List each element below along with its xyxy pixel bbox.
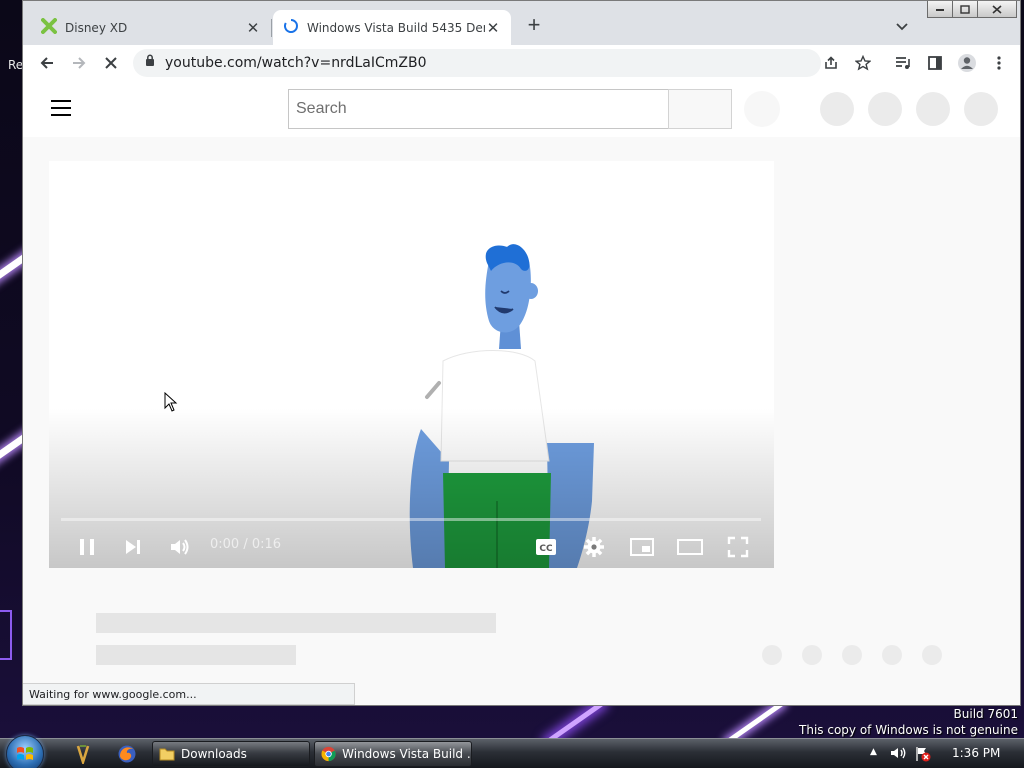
system-clock[interactable]: 1:36 PM — [952, 746, 1000, 760]
share-icon — [825, 56, 837, 69]
desktop-icon-fragment — [0, 610, 12, 660]
video-player[interactable]: 0:00 / 0:16 CC — [49, 161, 774, 568]
captions-button[interactable]: CC — [530, 531, 562, 563]
desktop-icon-label: Re — [8, 58, 24, 72]
side-panel-icon — [928, 56, 942, 70]
action-placeholder — [922, 645, 942, 665]
tab-disney-xd[interactable]: Disney XD ✕ — [31, 10, 271, 45]
lock-icon[interactable] — [145, 54, 155, 72]
browser-toolbar: youtube.com/watch?v=nrdLaICmZB0 — [23, 45, 1020, 81]
taskbar-item-label: Windows Vista Build ... — [342, 747, 471, 761]
start-button[interactable] — [6, 735, 44, 768]
build-watermark: Build 7601 — [953, 707, 1018, 721]
theater-mode-button[interactable] — [674, 531, 706, 563]
back-arrow-icon — [40, 57, 53, 69]
wallpaper-streak — [544, 700, 606, 740]
progress-bar[interactable] — [61, 518, 761, 521]
taskbar-item-downloads[interactable]: Downloads — [152, 741, 310, 767]
taskbar-item-label: Downloads — [181, 747, 247, 761]
tab-divider — [271, 19, 272, 37]
tab-windows-vista[interactable]: Windows Vista Build 5435 Demo ✕ — [273, 10, 511, 45]
url-text[interactable]: youtube.com/watch?v=nrdLaICmZB0 — [165, 55, 426, 71]
taskbar: Downloads Windows Vista Build ... ▲ 1:36… — [0, 735, 1024, 768]
hamburger-menu-icon[interactable] — [51, 100, 71, 116]
search-input[interactable] — [288, 89, 669, 129]
show-hidden-icons-chevron-icon[interactable]: ▲ — [870, 747, 877, 757]
side-panel-button[interactable] — [923, 51, 947, 75]
restore-button[interactable] — [952, 1, 978, 18]
firefox-icon[interactable] — [116, 743, 138, 765]
tab-title: Disney XD — [65, 20, 128, 35]
action-placeholder — [842, 645, 862, 665]
controls-gradient — [49, 408, 774, 568]
title-placeholder — [96, 613, 496, 633]
new-tab-button[interactable]: + — [523, 14, 545, 37]
volume-icon — [171, 539, 189, 555]
forward-button[interactable] — [67, 51, 91, 75]
bookmark-button[interactable] — [851, 51, 875, 75]
voice-search-placeholder[interactable] — [744, 91, 780, 127]
loading-spinner-icon — [283, 18, 299, 37]
close-window-button[interactable] — [977, 1, 1017, 18]
mute-button[interactable] — [164, 531, 196, 563]
genuine-watermark: This copy of Windows is not genuine — [799, 723, 1018, 737]
chrome-icon — [321, 746, 336, 762]
kebab-menu-icon — [997, 56, 1001, 70]
miniplayer-icon — [630, 538, 654, 556]
wallpaper-streak — [724, 700, 786, 740]
disney-xd-favicon — [41, 18, 57, 37]
youtube-header — [23, 81, 1020, 137]
header-icon-placeholder[interactable] — [964, 92, 998, 126]
share-button[interactable] — [819, 51, 843, 75]
header-icon-placeholder[interactable] — [868, 92, 902, 126]
taskbar-item-chrome[interactable]: Windows Vista Build ... — [314, 741, 472, 767]
star-icon — [855, 55, 871, 71]
svg-text:CC: CC — [539, 544, 553, 554]
profile-avatar-icon — [958, 54, 976, 72]
media-control-button[interactable] — [891, 51, 915, 75]
next-icon — [126, 540, 140, 554]
stop-loading-button[interactable] — [99, 51, 123, 75]
back-button[interactable] — [35, 51, 59, 75]
close-icon[interactable]: ✕ — [245, 19, 261, 37]
tab-title: Windows Vista Build 5435 Demo — [307, 20, 485, 35]
volume-tray-icon[interactable] — [890, 746, 908, 763]
channel-placeholder — [96, 645, 296, 665]
close-icon[interactable]: ✕ — [485, 19, 501, 37]
playlist-icon — [896, 57, 910, 69]
forward-arrow-icon — [73, 57, 86, 69]
time-display: 0:00 / 0:16 — [210, 537, 282, 552]
menu-button[interactable] — [987, 51, 1011, 75]
status-bubble: Waiting for www.google.com... — [23, 683, 355, 705]
next-button[interactable] — [117, 531, 149, 563]
action-placeholder — [802, 645, 822, 665]
fullscreen-icon — [727, 536, 749, 558]
settings-button[interactable] — [578, 531, 610, 563]
action-center-flag-icon[interactable] — [914, 745, 932, 766]
mouse-cursor-icon — [164, 391, 178, 417]
profile-button[interactable] — [955, 51, 979, 75]
browser-window: Disney XD ✕ Windows Vista Build 5435 Dem… — [22, 0, 1021, 706]
captions-icon: CC — [536, 539, 556, 555]
folder-icon — [159, 748, 175, 761]
quicklaunch-app-icon[interactable] — [72, 743, 94, 765]
fullscreen-button[interactable] — [722, 531, 754, 563]
tab-strip: Disney XD ✕ Windows Vista Build 5435 Dem… — [23, 1, 1020, 45]
minimize-button[interactable] — [927, 1, 953, 18]
settings-icon — [584, 537, 604, 557]
header-icon-placeholder[interactable] — [820, 92, 854, 126]
theater-mode-icon — [677, 539, 703, 555]
action-placeholder — [762, 645, 782, 665]
search-button[interactable] — [668, 89, 732, 129]
pause-button[interactable] — [71, 531, 103, 563]
windows-logo-icon — [17, 747, 33, 760]
pause-icon — [80, 539, 94, 555]
tab-search-icon[interactable] — [895, 19, 911, 31]
header-icon-placeholder[interactable] — [916, 92, 950, 126]
action-placeholder — [882, 645, 902, 665]
stop-icon — [105, 57, 117, 69]
miniplayer-button[interactable] — [626, 531, 658, 563]
address-bar[interactable]: youtube.com/watch?v=nrdLaICmZB0 — [133, 49, 821, 77]
